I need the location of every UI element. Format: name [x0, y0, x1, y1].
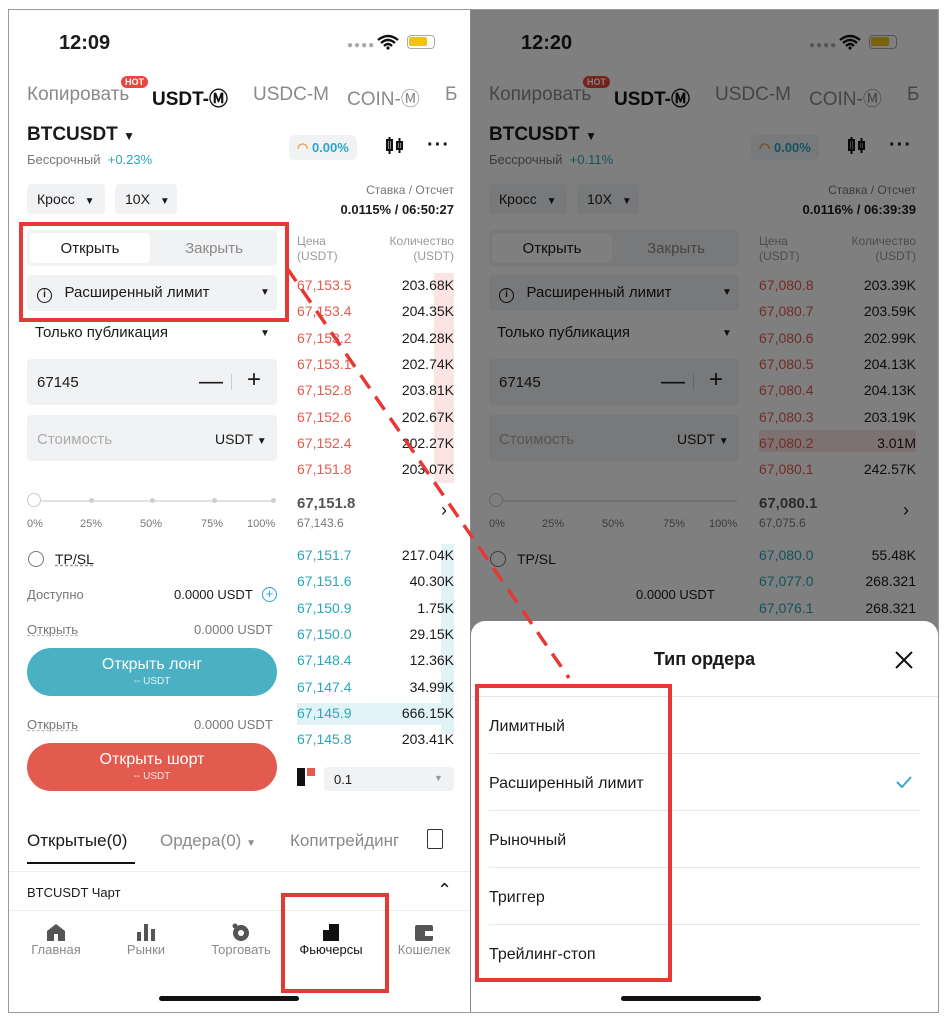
screenshot-frame: 12:09 ●●●● Копировать HOT USDT-Ⓜ USDC-M …	[8, 9, 939, 1013]
annotation-connector	[285, 267, 571, 679]
